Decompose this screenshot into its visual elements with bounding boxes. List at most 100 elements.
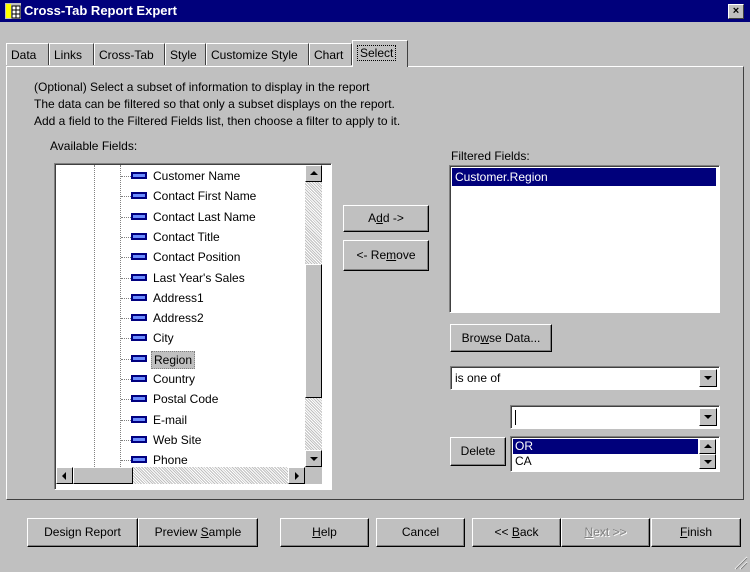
tree-item[interactable]: Region: [55, 349, 305, 369]
scroll-corner: [305, 467, 322, 484]
add-button[interactable]: Add ->: [343, 205, 429, 232]
close-button[interactable]: ×: [728, 4, 744, 19]
tree-item[interactable]: Contact Title: [55, 227, 305, 247]
filter-operator-value: is one of: [455, 371, 501, 385]
tree-item[interactable]: Web Site: [55, 430, 305, 450]
tree-item[interactable]: Customer Name: [55, 166, 305, 186]
instruction-line-2: The data can be filtered so that only a …: [34, 97, 395, 111]
field-icon: [131, 395, 147, 403]
arrow-right-icon: [295, 472, 299, 480]
filter-values-list[interactable]: OR CA: [510, 436, 720, 472]
text-cursor: [515, 410, 516, 425]
scroll-down-button[interactable]: [305, 450, 322, 467]
tree-item-label: Region: [151, 350, 196, 369]
tab-customize-style[interactable]: Customize Style: [206, 43, 309, 65]
dropdown-button[interactable]: [699, 369, 717, 387]
tree-item[interactable]: Country: [55, 369, 305, 389]
field-icon: [131, 273, 147, 281]
arrow-left-icon: [62, 472, 66, 480]
app-icon: [5, 3, 21, 19]
tree-items: Customer Name Contact First Name Contact L…: [55, 166, 305, 466]
tree-connector: [121, 236, 131, 238]
tree-item-label: Contact Position: [153, 250, 241, 265]
cancel-button[interactable]: Cancel: [376, 518, 465, 547]
preview-sample-button[interactable]: Preview Sample: [138, 518, 258, 547]
remove-button[interactable]: <- Remove: [343, 240, 429, 271]
tree-item[interactable]: E-mail: [55, 410, 305, 430]
tree-item[interactable]: Contact Position: [55, 247, 305, 267]
field-icon: [131, 293, 147, 301]
delete-button[interactable]: Delete: [450, 437, 506, 466]
scroll-thumb[interactable]: [305, 264, 322, 398]
browse-data-button[interactable]: Browse Data...: [450, 324, 552, 352]
tree-item-label: Contact First Name: [153, 189, 257, 204]
tree-item-label: Address1: [153, 290, 204, 305]
tab-data[interactable]: Data: [6, 43, 49, 65]
tab-select[interactable]: Select: [352, 40, 408, 67]
tree-connector: [121, 460, 131, 462]
filter-value-item[interactable]: OR: [513, 439, 698, 454]
filter-value-item[interactable]: CA: [513, 454, 698, 469]
tree-connector: [121, 318, 131, 320]
tree-item[interactable]: Contact Last Name: [55, 207, 305, 227]
tree-item[interactable]: Postal Code: [55, 389, 305, 409]
arrow-down-icon: [704, 460, 712, 464]
tree-item[interactable]: City: [55, 328, 305, 348]
dropdown-button[interactable]: [699, 408, 717, 426]
resize-grip-icon[interactable]: [732, 554, 748, 570]
scroll-up-button[interactable]: [699, 439, 716, 454]
tree-connector: [121, 277, 131, 279]
tree-connector: [121, 216, 131, 218]
available-fields-tree[interactable]: Customer Name Contact First Name Contact L…: [54, 163, 332, 490]
field-icon: [131, 212, 147, 220]
tree-item-label: Address2: [153, 311, 204, 326]
chevron-down-icon: [704, 376, 712, 380]
scroll-down-button[interactable]: [699, 454, 716, 469]
scroll-left-button[interactable]: [56, 467, 73, 484]
next-button[interactable]: Next >>: [561, 518, 650, 547]
field-icon: [131, 314, 147, 322]
arrow-down-icon: [310, 457, 318, 461]
field-icon: [131, 172, 147, 179]
field-icon: [131, 435, 147, 443]
arrow-up-icon: [310, 171, 318, 175]
field-icon: [131, 253, 147, 261]
instruction-line-3: Add a field to the Filtered Fields list,…: [34, 114, 401, 128]
field-icon: [131, 354, 147, 362]
hscroll-thumb[interactable]: [73, 467, 133, 484]
instruction-line-1: (Optional) Select a subset of informatio…: [34, 80, 370, 94]
tab-cross-tab[interactable]: Cross-Tab: [94, 43, 165, 65]
tree-item-label: Last Year's Sales: [153, 270, 245, 285]
tree-item[interactable]: Address2: [55, 308, 305, 328]
field-icon: [131, 232, 147, 240]
tree-item-label: E-mail: [153, 412, 188, 427]
tree-connector: [121, 379, 131, 380]
field-icon: [131, 456, 147, 464]
tree-connector: [121, 338, 131, 340]
tab-style[interactable]: Style: [165, 43, 206, 65]
finish-button[interactable]: Finish: [651, 518, 741, 547]
filtered-field-item[interactable]: Customer.Region: [452, 168, 716, 186]
tree-item[interactable]: Address1: [55, 288, 305, 308]
title-bar: Cross-Tab Report Expert ×: [0, 0, 750, 22]
tree-item-label: Country: [153, 372, 196, 386]
tree-connector: [121, 399, 131, 401]
tab-chart[interactable]: Chart: [309, 43, 352, 65]
help-button[interactable]: Help: [280, 518, 369, 547]
tab-links[interactable]: Links: [49, 43, 94, 65]
scroll-up-button[interactable]: [305, 165, 322, 182]
tree-item[interactable]: Phone: [55, 450, 305, 466]
filter-value-combo[interactable]: [510, 405, 720, 429]
field-icon: [131, 192, 147, 200]
tree-item[interactable]: Contact First Name: [55, 186, 305, 206]
tree-item-label: Contact Title: [153, 229, 220, 244]
scroll-right-button[interactable]: [288, 467, 305, 484]
back-button[interactable]: << Back: [472, 518, 561, 547]
tree-item-label: Postal Code: [153, 392, 219, 407]
tree-connector: [121, 358, 131, 360]
tree-connector: [121, 419, 131, 421]
design-report-button[interactable]: Design Report: [27, 518, 138, 547]
filtered-fields-list[interactable]: Customer.Region: [449, 165, 720, 313]
filter-operator-select[interactable]: is one of: [450, 366, 720, 390]
tree-item[interactable]: Last Year's Sales: [55, 268, 305, 288]
